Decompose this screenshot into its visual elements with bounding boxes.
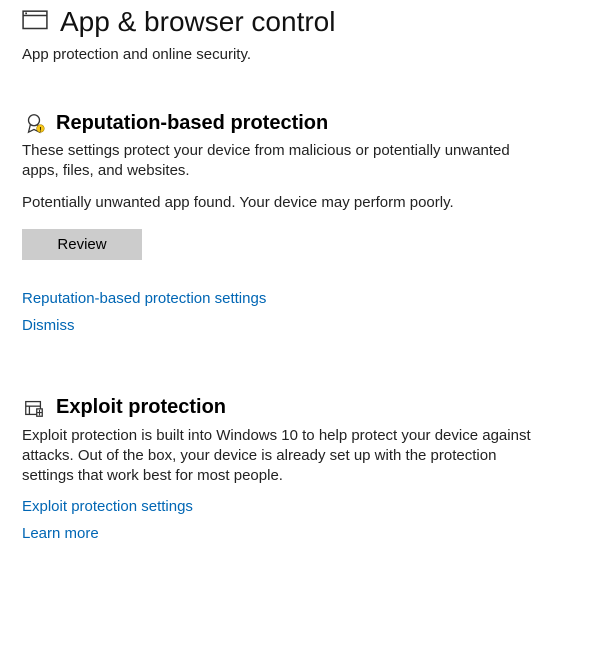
dismiss-link[interactable]: Dismiss [22, 317, 75, 334]
review-button[interactable]: Review [22, 229, 142, 260]
page-subtitle: App protection and online security. [22, 46, 577, 63]
page-title: App & browser control [60, 6, 335, 38]
svg-text:!: ! [39, 127, 41, 133]
exploit-section-header: Exploit protection [22, 396, 577, 420]
exploit-section-title: Exploit protection [56, 396, 226, 419]
reputation-status: Potentially unwanted app found. Your dev… [22, 194, 577, 211]
app-browser-control-icon [22, 10, 48, 34]
exploit-settings-link[interactable]: Exploit protection settings [22, 498, 193, 515]
reputation-section-title: Reputation-based protection [56, 112, 328, 135]
reputation-description: These settings protect your device from … [22, 141, 542, 182]
learn-more-link[interactable]: Learn more [22, 525, 99, 542]
page-header: App & browser control [22, 6, 577, 38]
exploit-protection-icon [22, 396, 46, 420]
exploit-description: Exploit protection is built into Windows… [22, 426, 542, 487]
reputation-award-icon: ! [22, 111, 46, 135]
reputation-settings-link[interactable]: Reputation-based protection settings [22, 290, 266, 307]
reputation-section-header: ! Reputation-based protection [22, 111, 577, 135]
